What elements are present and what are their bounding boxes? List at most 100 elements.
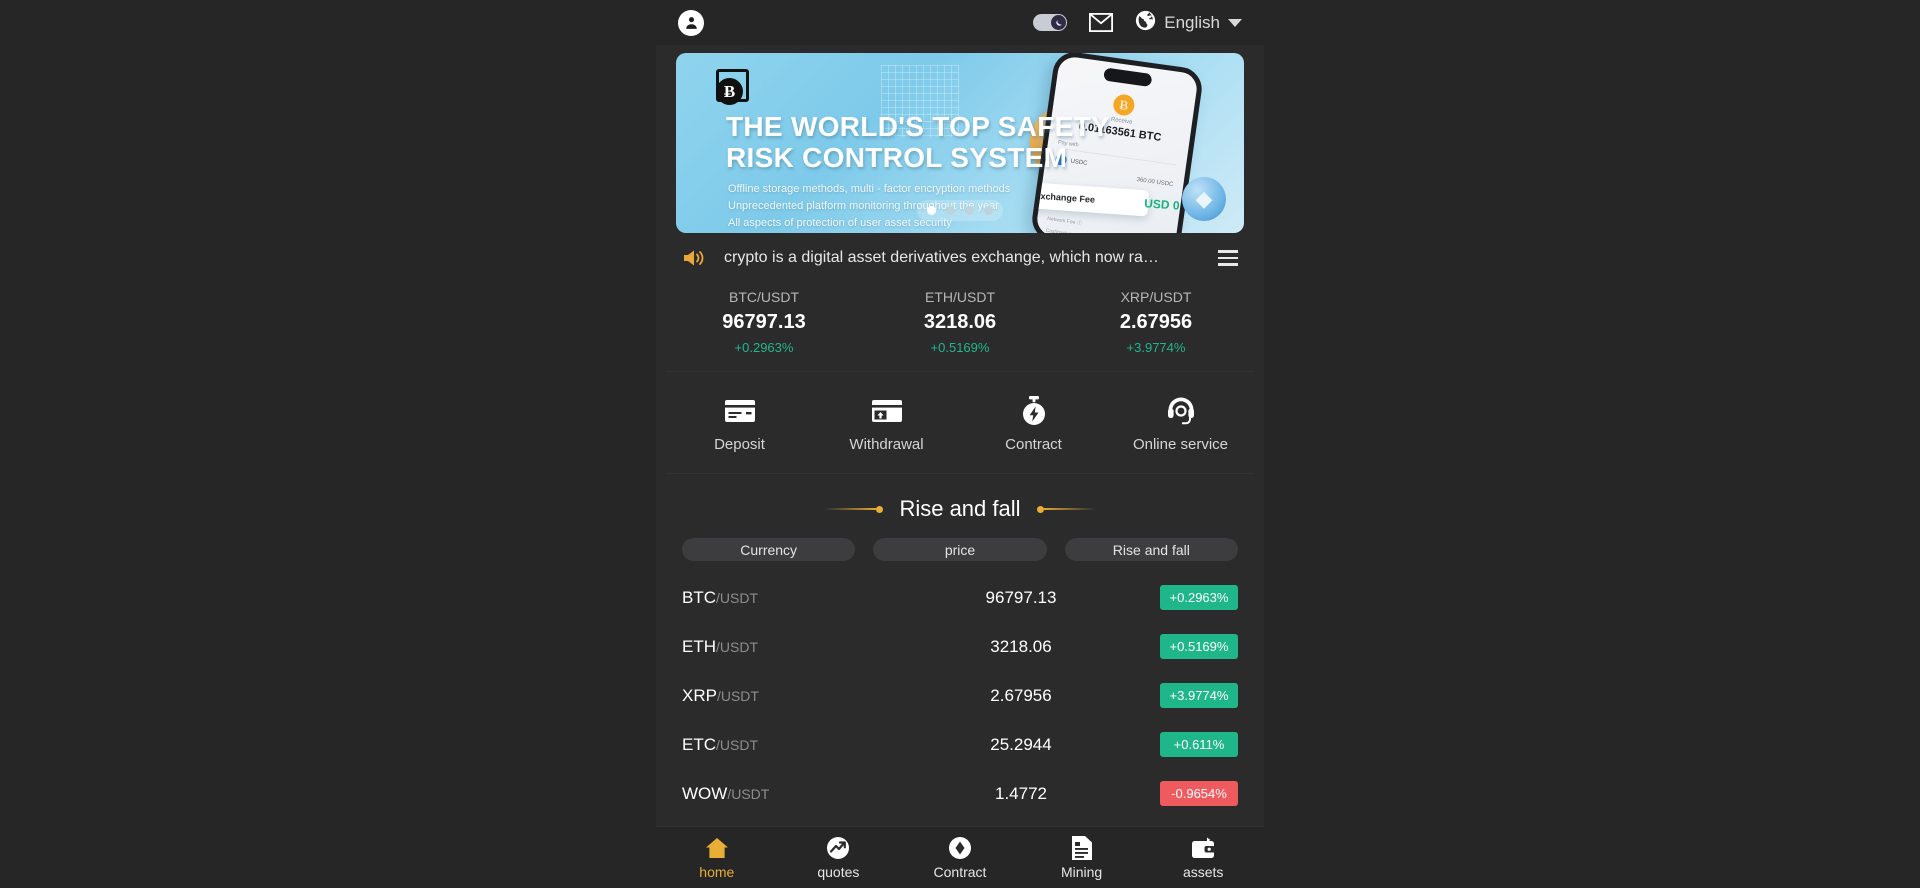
table-row[interactable]: ETC/USDT 25.2944 +0.611% [682,720,1238,769]
ticker-change: +3.9774% [1126,340,1186,355]
announcement-text[interactable]: crypto is a digital asset derivatives ex… [724,249,1200,267]
row-base: ETC [682,734,716,754]
banner-pagination-dots[interactable] [917,200,1003,221]
speaker-icon[interactable] [682,248,706,268]
table-row[interactable]: ETH/USDT 3218.06 +0.5169% [682,622,1238,671]
row-quote: /USDT [716,687,759,704]
table-row[interactable]: XRP/USDT 2.67956 +3.9774% [682,671,1238,720]
quick-action-label: Contract [1005,436,1062,453]
document-mining-icon [1021,835,1143,861]
language-selector[interactable]: English [1135,10,1242,36]
row-currency: WOW/USDT [682,784,882,804]
bitcoin-glyph-icon: Ƀ [716,78,743,105]
row-change-badge: -0.9654% [1160,781,1238,806]
chart-trend-icon [778,835,900,861]
banner-title-line-1: THE WORLD'S TOP SAFETY [726,111,1111,142]
bottom-navigation: home quotes Contract Mining assets [656,826,1264,888]
user-avatar-icon[interactable] [678,9,704,36]
banner-sub-line-1: Offline storage methods, multi - factor … [728,183,1011,195]
phone-footnote-1: Network Fee ⓘ [1046,215,1083,227]
phone-fee-label: Exchange Fee [1034,190,1096,205]
nav-label: quotes [817,864,860,880]
banner-dot-2[interactable] [946,206,955,215]
heading-decoration-right [1036,505,1096,513]
row-price: 25.2944 [990,734,1052,754]
quick-action-online-service[interactable]: Online service [1107,394,1254,453]
banner-brand-logo: Ƀ [716,69,749,105]
table-row[interactable]: BTC/USDT 96797.13 +0.2963% [682,573,1238,622]
dark-mode-toggle[interactable] [1033,14,1068,31]
banner-dot-4[interactable] [984,206,993,215]
ticker-pair: XRP/USDT [1120,289,1192,305]
column-header-currency[interactable]: Currency [682,538,856,561]
hero-banner[interactable]: Ƀ Ƀ Ƀ Receive 0.01163561 BTC Pay with US… [676,53,1244,233]
row-quote: /USDT [716,589,758,606]
phone-coin-icon: Ƀ [1112,93,1136,117]
ticker-change: +0.2963% [734,340,794,355]
ticker-pair: BTC/USDT [729,289,799,305]
row-quote: /USDT [716,736,758,753]
market-table-header: Currency price Rise and fall [656,538,1264,573]
quick-action-contract[interactable]: Contract [960,394,1107,453]
hero-banner-wrap: Ƀ Ƀ Ƀ Receive 0.01163561 BTC Pay with US… [656,45,1264,233]
hamburger-menu-icon[interactable] [1218,250,1238,266]
section-title: Rise and fall [899,496,1021,521]
row-change-badge: +0.2963% [1160,585,1238,610]
row-price: 1.4772 [995,783,1047,803]
ticker-item-btc[interactable]: BTC/USDT 96797.13 +0.2963% [666,289,862,355]
row-change-badge: +3.9774% [1160,683,1238,708]
market-ticker: BTC/USDT 96797.13 +0.2963% ETH/USDT 3218… [666,283,1254,372]
language-label: English [1164,12,1220,32]
ticker-change: +0.5169% [930,340,990,355]
ticker-price: 96797.13 [722,311,806,333]
withdrawal-card-icon [813,394,960,428]
row-currency: ETH/USDT [682,637,882,657]
stopwatch-contract-icon [960,394,1107,428]
nav-item-contract[interactable]: Contract [899,835,1021,880]
ticker-item-xrp[interactable]: XRP/USDT 2.67956 +3.9774% [1058,289,1254,355]
nav-item-assets[interactable]: assets [1142,835,1264,880]
home-icon [656,835,778,861]
table-row[interactable]: WOW/USDT 1.4772 -0.9654% [682,769,1238,818]
quick-action-withdrawal[interactable]: Withdrawal [813,394,960,453]
ticker-price: 2.67956 [1119,311,1193,333]
phone-notch [1103,67,1153,88]
ticker-item-eth[interactable]: ETH/USDT 3218.06 +0.5169% [862,289,1058,355]
headset-support-icon [1107,394,1254,428]
banner-dot-1[interactable] [927,206,936,215]
column-header-price[interactable]: price [873,538,1047,561]
row-quote: /USDT [727,785,770,802]
row-currency: BTC/USDT [682,588,882,608]
toggle-knob [1051,15,1067,30]
top-bar: English [656,0,1264,45]
quick-action-label: Withdrawal [849,436,924,453]
nav-item-quotes[interactable]: quotes [778,835,900,880]
table-row[interactable]: DOT/USDT 6.6164 +1.2255% [682,818,1238,826]
row-change-badge: +0.5169% [1160,634,1238,659]
wallet-icon [1142,835,1264,861]
rise-and-fall-heading: Rise and fall [656,474,1264,538]
nav-label: Mining [1060,864,1103,880]
globe-icon [1135,10,1156,36]
row-currency: ETC/USDT [682,735,882,755]
nav-label: Contract [933,864,987,880]
chevron-down-icon [1228,18,1242,27]
row-change-badge: +0.611% [1160,732,1238,757]
row-base: ETH [682,636,716,656]
ethereum-symbol: ◆ [1195,186,1213,211]
market-table-body: BTC/USDT 96797.13 +0.2963% ETH/USDT 3218… [656,573,1264,826]
row-quote: /USDT [716,638,758,655]
heading-decoration-left [824,505,884,513]
row-base: BTC [682,587,716,607]
mail-icon[interactable] [1089,13,1114,32]
nav-item-home[interactable]: home [656,835,778,880]
banner-dot-3[interactable] [965,206,974,215]
nav-label: home [699,864,735,880]
nav-item-mining[interactable]: Mining [1021,835,1143,880]
phone-footnote-2: Cashback received (2.50%) ⓘ [1045,227,1113,233]
mobile-viewport: English Ƀ Ƀ Ƀ Receive 0.01163561 BT [656,0,1264,888]
quick-action-deposit[interactable]: Deposit [666,394,813,453]
quick-action-label: Online service [1132,436,1229,453]
deposit-card-icon [666,394,813,428]
column-header-rise-and-fall[interactable]: Rise and fall [1064,538,1238,561]
